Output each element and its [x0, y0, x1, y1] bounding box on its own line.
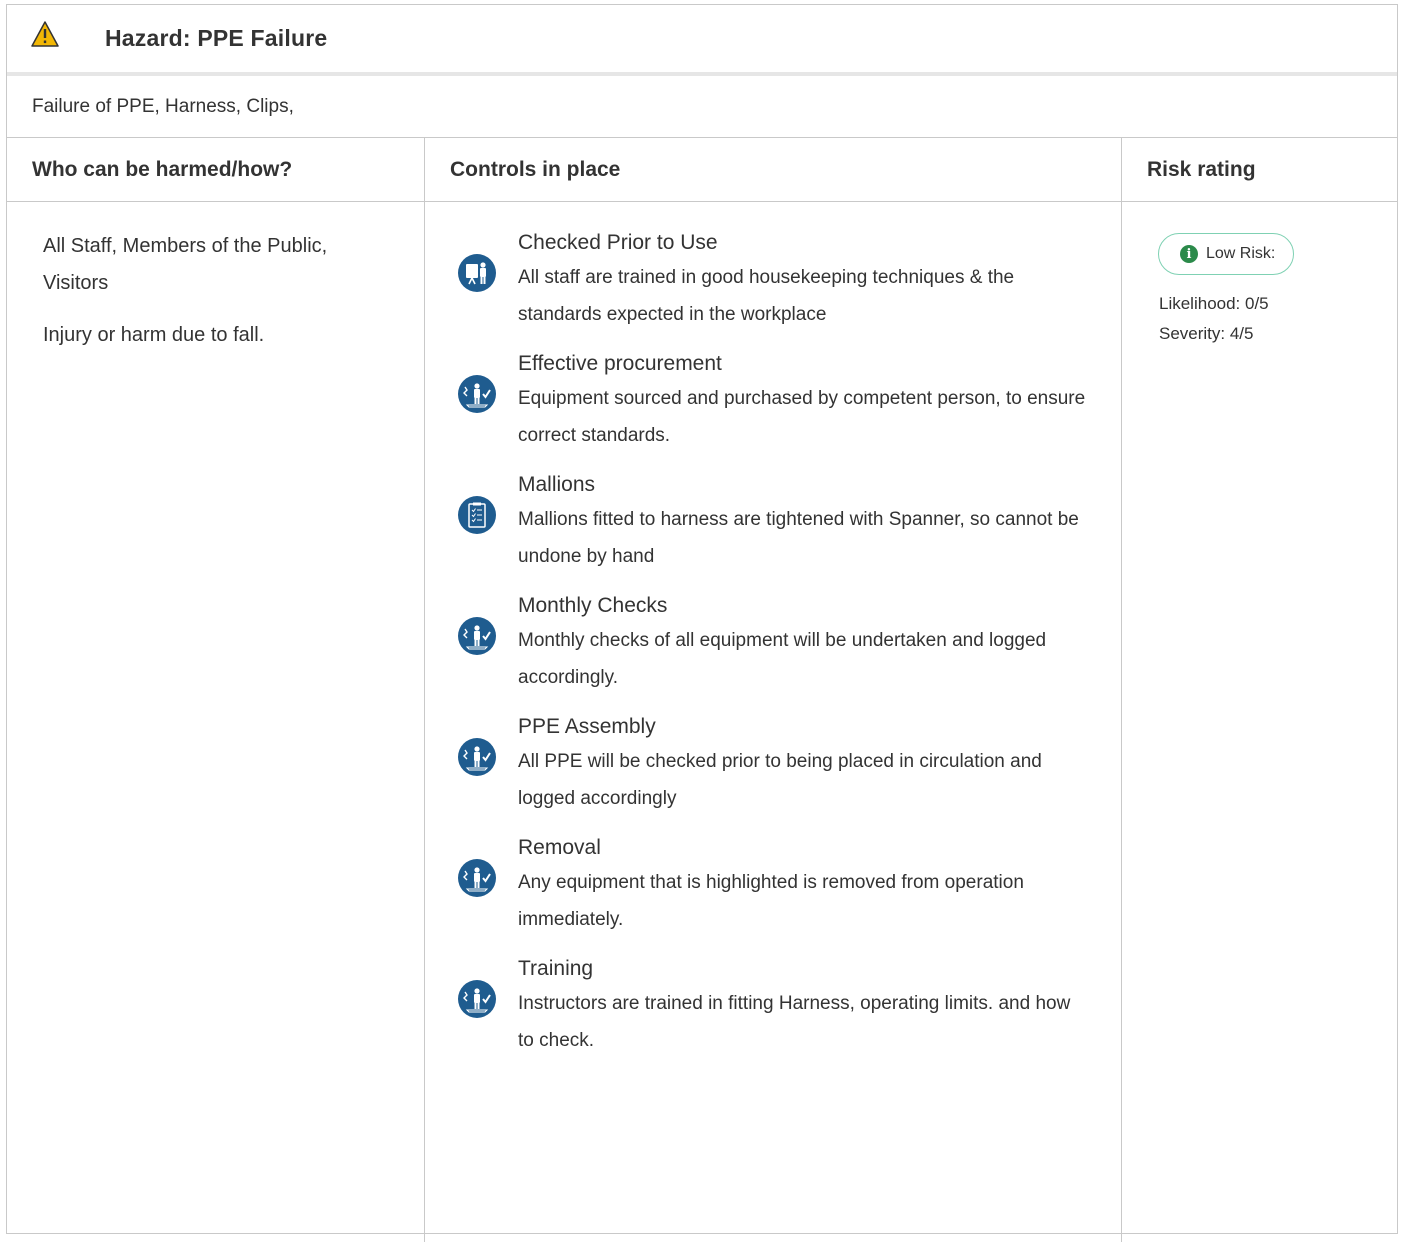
risk-cell: i Low Risk: Likelihood: 0/5 Severity: 4/… — [1122, 202, 1397, 1242]
table-body: All Staff, Members of the Public, Visito… — [7, 202, 1397, 1242]
control-title: Mallions — [518, 473, 596, 496]
control-item: Mallions Mallions fitted to harness are … — [425, 470, 1121, 575]
warning-triangle-icon — [31, 20, 59, 47]
info-icon: i — [1180, 245, 1198, 263]
control-title: PPE Assembly — [518, 715, 656, 738]
who-how: Injury or harm due to fall. — [43, 324, 265, 346]
control-text: Monthly checks of all equipment will be … — [518, 630, 1047, 688]
risk-details: Likelihood: 0/5 Severity: 4/5 — [1158, 289, 1397, 349]
controls-cell: Checked Prior to Use All staff are train… — [425, 202, 1122, 1242]
who-cell: All Staff, Members of the Public, Visito… — [7, 202, 425, 1242]
table-header: Who can be harmed/how? Controls in place… — [7, 138, 1397, 202]
control-item: Training Instructors are trained in fitt… — [425, 954, 1121, 1059]
control-text: Any equipment that is highlighted is rem… — [518, 872, 1024, 930]
competent-person-icon — [458, 617, 496, 655]
hazard-description: Failure of PPE, Harness, Clips, — [7, 76, 1397, 138]
risk-severity: Severity: 4/5 — [1159, 324, 1254, 343]
control-text: Instructors are trained in fitting Harne… — [518, 993, 1071, 1051]
header-who: Who can be harmed/how? — [7, 138, 425, 201]
control-text: Mallions fitted to harness are tightened… — [518, 509, 1079, 567]
risk-likelihood: Likelihood: 0/5 — [1159, 294, 1269, 313]
competent-person-icon — [458, 375, 496, 413]
header-controls: Controls in place — [425, 138, 1122, 201]
control-title: Effective procurement — [518, 352, 722, 375]
header-risk: Risk rating — [1147, 157, 1256, 181]
competent-person-icon — [458, 859, 496, 897]
control-item: Checked Prior to Use All staff are train… — [425, 228, 1121, 333]
control-title: Checked Prior to Use — [518, 231, 718, 254]
control-item: PPE Assembly All PPE will be checked pri… — [425, 712, 1121, 817]
competent-person-icon — [458, 738, 496, 776]
competent-person-icon — [458, 980, 496, 1018]
risk-badge-label: Low Risk: — [1206, 245, 1276, 262]
risk-badge[interactable]: i Low Risk: — [1158, 233, 1295, 275]
control-text: All staff are trained in good housekeepi… — [518, 267, 1015, 325]
control-text: All PPE will be checked prior to being p… — [518, 751, 1042, 809]
control-title: Monthly Checks — [518, 594, 668, 617]
control-text: Equipment sourced and purchased by compe… — [518, 388, 1086, 446]
control-title: Training — [518, 957, 594, 980]
training-presenter-icon — [458, 254, 496, 292]
control-item: Monthly Checks Monthly checks of all equ… — [425, 591, 1121, 696]
hazard-card: Hazard: PPE Failure Failure of PPE, Harn… — [6, 4, 1398, 1242]
control-title: Removal — [518, 836, 601, 859]
hazard-title: Hazard: PPE Failure — [105, 25, 328, 51]
control-item: Effective procurement Equipment sourced … — [425, 349, 1121, 454]
hazard-header: Hazard: PPE Failure — [7, 5, 1397, 76]
control-item: Removal Any equipment that is highlighte… — [425, 833, 1121, 938]
who-people: All Staff, Members of the Public, Visito… — [43, 235, 328, 294]
clipboard-checklist-icon — [458, 496, 496, 534]
